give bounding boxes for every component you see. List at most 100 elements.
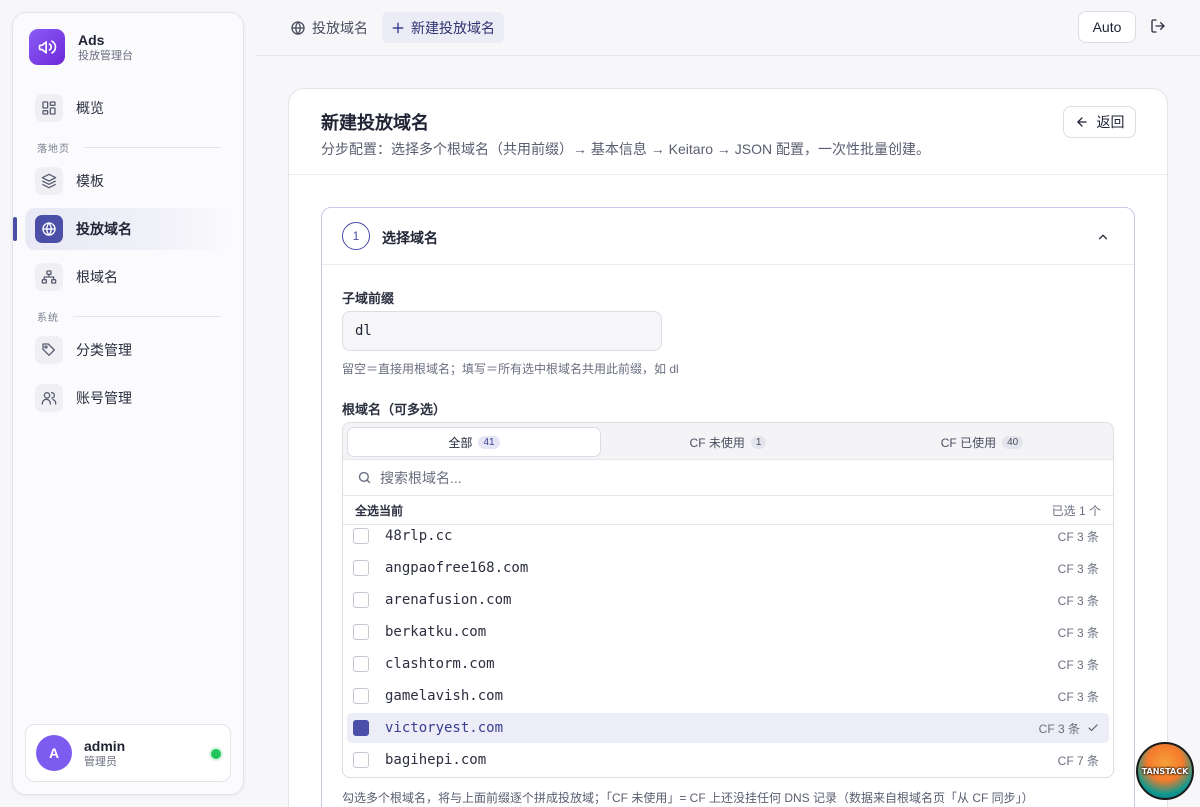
- sidebar-item-ad-domains[interactable]: 投放域名: [13, 208, 233, 250]
- step-select-domain: 1 选择域名 子域前缀 留空＝直接用根域名；填写＝所有选中根域名共用此前缀，如 …: [321, 207, 1135, 807]
- tag-icon: [35, 336, 63, 364]
- cf-record-count: CF 3 条: [1057, 593, 1099, 608]
- domain-name: arenafusion.com: [385, 592, 512, 608]
- search-row: [343, 460, 1113, 496]
- back-label: 返回: [1096, 114, 1125, 130]
- tab-label: CF 已使用: [940, 435, 997, 450]
- selected-count: 已选 1 个: [1051, 503, 1101, 518]
- sidebar-item-label: 账号管理: [76, 390, 132, 406]
- root-domain-picker: 全部 41 CF 未使用 1 CF 已使用 40 全选当前: [342, 422, 1114, 778]
- sidebar-item-label: 分类管理: [76, 342, 132, 358]
- checkbox[interactable]: [353, 528, 369, 544]
- domain-row[interactable]: clashtorm.com CF 3 条: [347, 649, 1109, 679]
- domain-row[interactable]: 48rlp.cc CF 3 条: [347, 525, 1109, 551]
- sidebar-item-templates[interactable]: 模板: [25, 160, 233, 202]
- cf-record-count: CF 7 条: [1057, 753, 1099, 768]
- checkbox[interactable]: [353, 688, 369, 704]
- breadcrumb-label: 投放域名: [312, 19, 368, 36]
- search-icon: [357, 470, 372, 485]
- sidebar-item-label: 投放域名: [76, 221, 132, 237]
- step-number: 1: [342, 222, 370, 250]
- tab-cf-used[interactable]: CF 已使用 40: [855, 427, 1109, 457]
- dashboard-icon: [35, 94, 63, 122]
- online-status-icon: [211, 749, 221, 759]
- domain-name: victoryest.com: [385, 720, 504, 736]
- brand[interactable]: Ads 投放管理台: [29, 29, 133, 65]
- sidebar-item-root-domains[interactable]: 根域名: [25, 256, 233, 298]
- tab-label: 全部: [448, 435, 473, 450]
- root-domain-label: 根域名（可多选）: [342, 402, 447, 417]
- layers-icon: [35, 167, 63, 195]
- sidebar-item-label: 概览: [76, 100, 104, 116]
- cf-record-count: CF 3 条: [1057, 657, 1099, 672]
- breadcrumb-ad-domains[interactable]: 投放域名: [281, 12, 377, 43]
- step-title: 选择域名: [382, 230, 438, 246]
- sidebar-item-label: 模板: [76, 173, 104, 189]
- domain-row[interactable]: arenafusion.com CF 3 条: [347, 585, 1109, 615]
- sidebar: Ads 投放管理台 概览 落地页 模板 投放域名 根域名 系统 分类管理 账号管…: [12, 12, 244, 795]
- plus-icon: [391, 21, 405, 35]
- checkbox[interactable]: [353, 560, 369, 576]
- domain-row-selected[interactable]: victoryest.com CF 3 条: [347, 713, 1109, 743]
- tanstack-devtools-badge[interactable]: TANSTACK: [1136, 742, 1194, 800]
- user-card[interactable]: A admin 管理员: [25, 724, 231, 782]
- cf-record-count: CF 3 条: [1057, 529, 1099, 544]
- badge-text: TANSTACK: [1141, 766, 1189, 776]
- domain-row[interactable]: berkatku.com CF 3 条: [347, 617, 1109, 647]
- prefix-label: 子域前缀: [342, 291, 395, 306]
- brand-title: Ads: [78, 31, 105, 48]
- cf-record-count: CF 3 条: [1057, 689, 1099, 704]
- count-badge: 40: [1002, 435, 1024, 449]
- theme-toggle-button[interactable]: Auto: [1078, 11, 1136, 43]
- user-role: 管理员: [84, 755, 117, 768]
- user-name: admin: [84, 737, 126, 754]
- breadcrumb-new-ad-domain[interactable]: 新建投放域名: [382, 12, 504, 43]
- checkbox-checked[interactable]: [353, 720, 369, 736]
- sidebar-item-overview[interactable]: 概览: [25, 87, 233, 129]
- checkbox[interactable]: [353, 752, 369, 768]
- divider: [289, 174, 1167, 175]
- page-title: 新建投放域名: [321, 113, 429, 133]
- top-header: 投放域名 新建投放域名 Auto: [256, 0, 1200, 56]
- filter-tabs: 全部 41 CF 未使用 1 CF 已使用 40: [343, 423, 1113, 460]
- domain-name: clashtorm.com: [385, 656, 495, 672]
- check-icon: [1087, 722, 1099, 734]
- select-all-row: 全选当前 已选 1 个: [343, 496, 1113, 525]
- sidebar-item-accounts[interactable]: 账号管理: [25, 377, 233, 419]
- sitemap-icon: [35, 263, 63, 291]
- logout-icon[interactable]: [1150, 18, 1166, 34]
- cf-record-count: CF 3 条: [1057, 625, 1099, 640]
- prefix-input[interactable]: [342, 311, 662, 351]
- tab-cf-unused[interactable]: CF 未使用 1: [601, 427, 855, 457]
- domain-name: bagihepi.com: [385, 752, 487, 768]
- page-description: 分步配置：选择多个根域名（共用前缀）→ 基本信息 → Keitaro → JSO…: [321, 141, 931, 157]
- domain-row[interactable]: gamelavish.com CF 3 条: [347, 681, 1109, 711]
- globe-icon: [290, 20, 306, 36]
- chevron-up-icon[interactable]: [1096, 230, 1110, 244]
- globe-icon: [35, 215, 63, 243]
- domain-name: berkatku.com: [385, 624, 487, 640]
- domain-list: 48rlp.cc CF 3 条 angpaofree168.com CF 3 条…: [343, 525, 1113, 777]
- checkbox[interactable]: [353, 624, 369, 640]
- domain-row[interactable]: angpaofree168.com CF 3 条: [347, 553, 1109, 583]
- step-header[interactable]: 1 选择域名: [322, 208, 1134, 265]
- create-domain-card: 新建投放域名 分步配置：选择多个根域名（共用前缀）→ 基本信息 → Keitar…: [288, 88, 1168, 807]
- search-input[interactable]: [380, 469, 1080, 486]
- cf-record-count: CF 3 条: [1038, 721, 1080, 736]
- avatar: A: [36, 735, 72, 771]
- prefix-hint: 留空＝直接用根域名；填写＝所有选中根域名共用此前缀，如 dl: [342, 362, 679, 376]
- sidebar-item-categories[interactable]: 分类管理: [25, 329, 233, 371]
- domain-row[interactable]: bagihepi.com CF 7 条: [347, 745, 1109, 775]
- section-label-system: 系统: [37, 309, 221, 324]
- checkbox[interactable]: [353, 592, 369, 608]
- select-all-button[interactable]: 全选当前: [355, 502, 403, 519]
- tab-all[interactable]: 全部 41: [347, 427, 601, 457]
- back-button[interactable]: 返回: [1063, 106, 1136, 138]
- brand-subtitle: 投放管理台: [78, 49, 133, 62]
- picker-footnote: 勾选多个根域名，将与上面前缀逐个拼成投放域；「CF 未使用」= CF 上还没挂任…: [342, 791, 1034, 805]
- active-indicator: [13, 217, 17, 241]
- domain-name: angpaofree168.com: [385, 560, 529, 576]
- arrow-left-icon: [1075, 115, 1089, 129]
- checkbox[interactable]: [353, 656, 369, 672]
- count-badge: 1: [750, 435, 767, 449]
